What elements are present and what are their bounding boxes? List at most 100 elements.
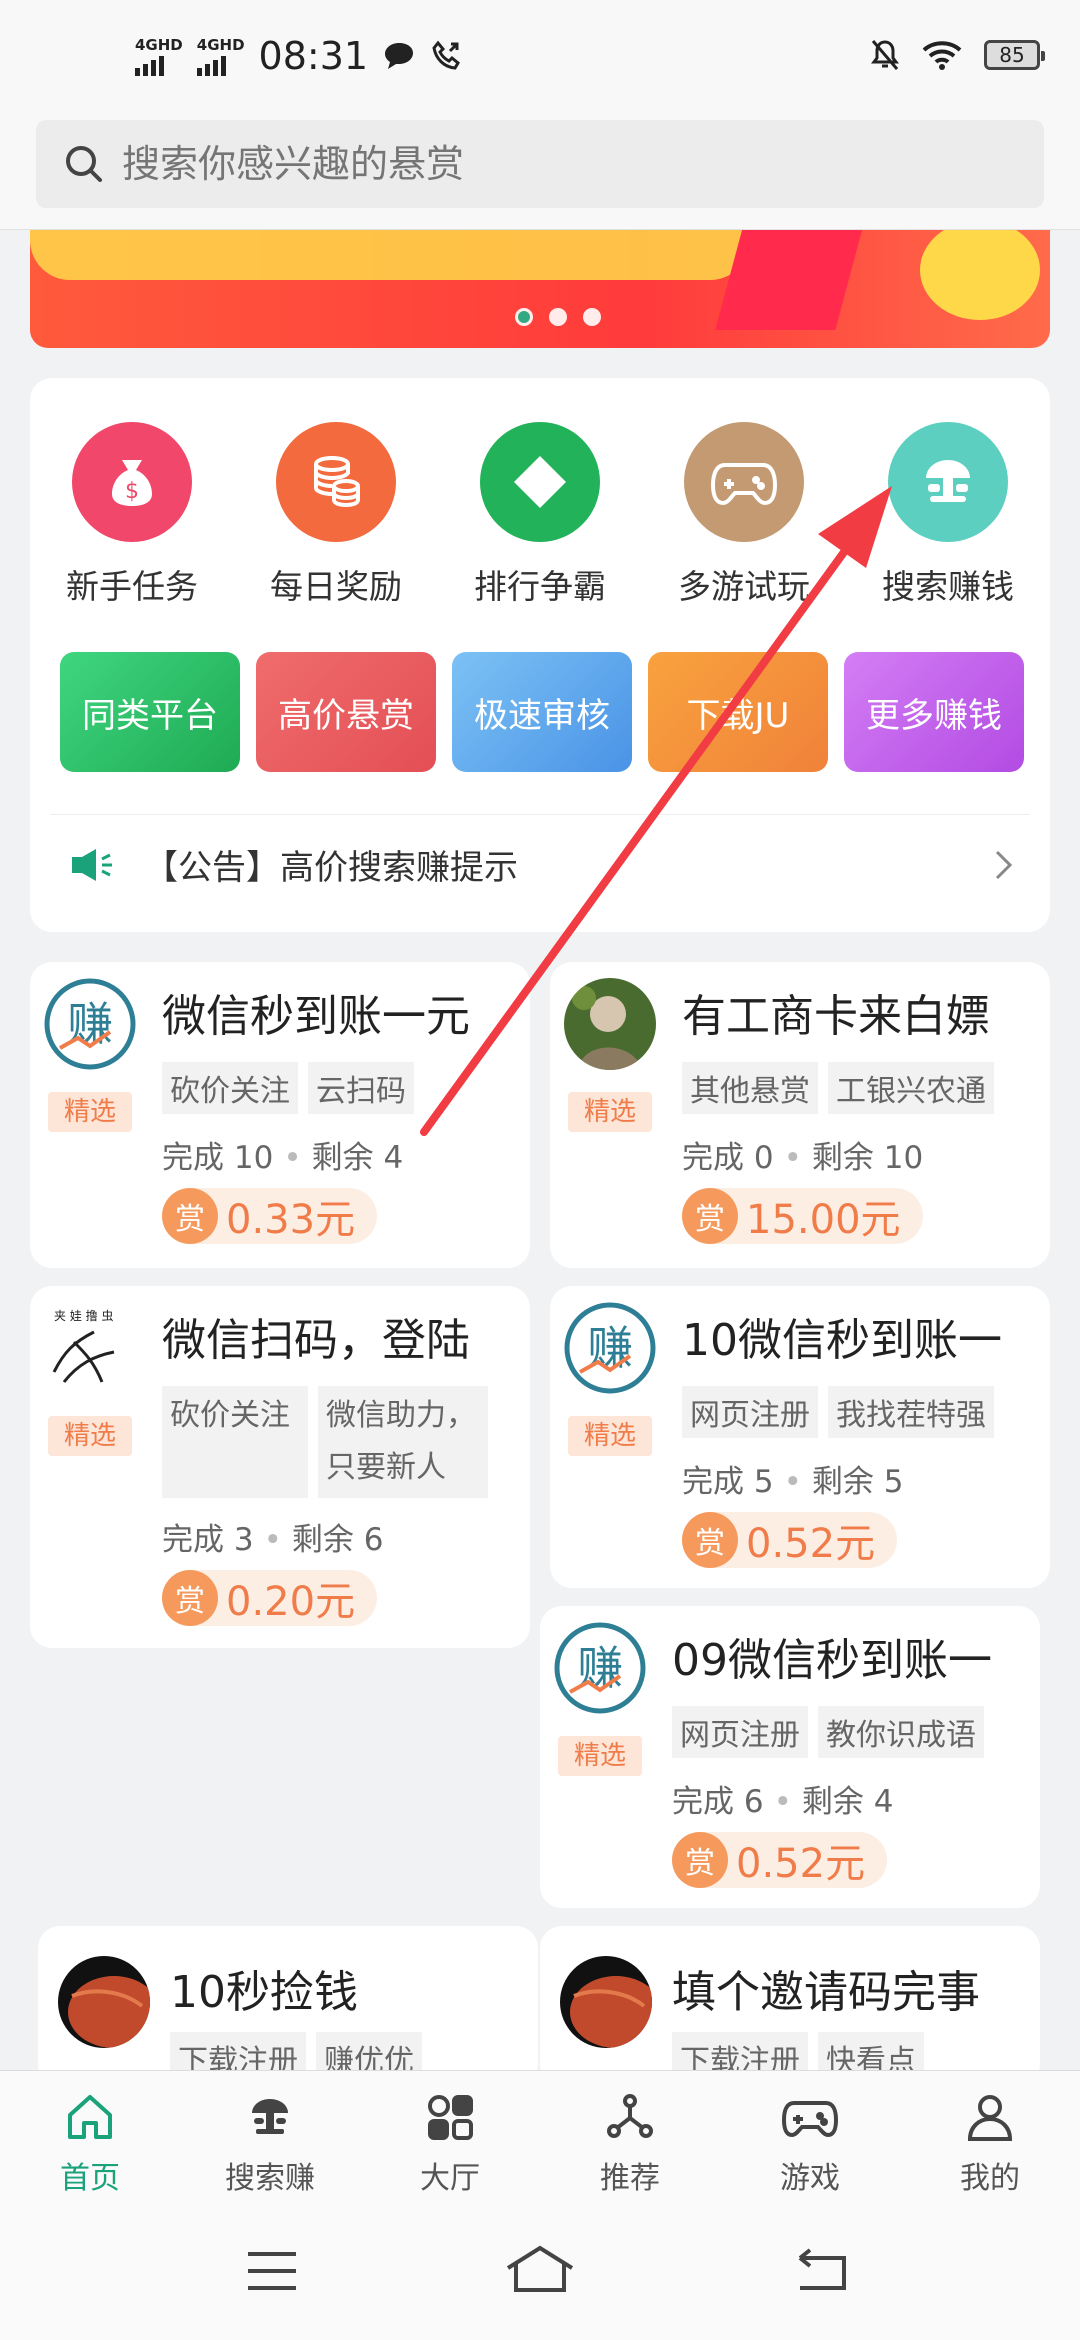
task-tag: 我找茬特强	[828, 1386, 994, 1438]
tile-high-bounty[interactable]: 高价悬赏	[256, 652, 436, 772]
task-card[interactable]: 赚 精选 微信秒到账一元 砍价关注 云扫码 完成 10 • 剩余 4 赏 0.33元	[30, 962, 530, 1268]
announcement-bar[interactable]: 【公告】高价搜索赚提示	[50, 814, 1030, 914]
money-bag-icon: $	[72, 422, 192, 542]
tile-fast-review[interactable]: 极速审核	[452, 652, 632, 772]
tile-more-earnings[interactable]: 更多赚钱	[844, 652, 1024, 772]
megaphone-icon	[72, 848, 112, 881]
svg-text:夹 娃 撸 虫: 夹 娃 撸 虫	[54, 1308, 113, 1323]
task-card[interactable]: 精选 有工商卡来白嫖 其他悬赏 工银兴农通 完成 0 • 剩余 10 赏 15.00元	[550, 962, 1050, 1268]
task-tag: 工银兴农通	[828, 1062, 994, 1114]
search-input[interactable]	[122, 142, 922, 186]
svg-text:赚: 赚	[67, 997, 113, 1051]
tile-download-ju[interactable]: 下载JU	[648, 652, 828, 772]
task-avatar-photo	[564, 978, 656, 1070]
task-tag: 网页注册	[672, 1706, 808, 1758]
menu-game-trial[interactable]: 多游试玩	[642, 422, 846, 608]
task-tag: 教你识成语	[818, 1706, 984, 1758]
home-nav-icon[interactable]	[504, 2244, 576, 2294]
featured-badge: 精选	[568, 1092, 652, 1132]
featured-badge: 精选	[568, 1416, 652, 1456]
signal-icon: 4GHD	[135, 36, 183, 76]
menu-leaderboard[interactable]: 排行争霸	[438, 422, 642, 608]
tab-profile[interactable]: 我的	[900, 2071, 1080, 2218]
menu-newbie-tasks[interactable]: $ 新手任务	[30, 422, 234, 608]
task-title: 10微信秒到账一	[682, 1315, 1002, 1366]
task-avatar-zhuan: 赚	[554, 1622, 646, 1714]
reward-pill: 赏 0.33元	[162, 1188, 378, 1244]
tab-search-earn[interactable]: 搜索赚	[180, 2071, 360, 2218]
status-bar: 4GHD 4GHD 08:31 85	[0, 0, 1080, 110]
search-icon	[66, 146, 102, 182]
carousel-dots	[515, 308, 601, 326]
clock: 08:31	[258, 34, 369, 78]
wifi-icon	[922, 41, 962, 70]
announcement-text: 【公告】高价搜索赚提示	[144, 848, 518, 888]
task-avatar-planet	[560, 1956, 652, 2048]
gamepad-icon	[684, 422, 804, 542]
task-title: 微信秒到账一元	[162, 991, 470, 1042]
gamepad-icon	[781, 2101, 839, 2138]
back-icon[interactable]	[790, 2248, 850, 2294]
coins-stack-icon	[276, 422, 396, 542]
menu-icon[interactable]	[244, 2248, 300, 2294]
chevron-right-icon	[995, 850, 1013, 880]
mushroom-icon	[252, 2099, 288, 2134]
svg-text:赚: 赚	[577, 1641, 623, 1695]
mushroom-icon	[888, 422, 1008, 542]
task-tag: 砍价关注	[162, 1386, 308, 1498]
task-card[interactable]: 夹 娃 撸 虫 精选 微信扫码，登陆 砍价关注 微信助力， 只要新人 完成 3 • 剩…	[30, 1286, 530, 1648]
task-stats: 完成 6 • 剩余 4	[672, 1784, 894, 1820]
promo-banner[interactable]	[30, 230, 1050, 348]
reward-icon: 赏	[162, 1570, 218, 1626]
task-card[interactable]: 赚 精选 09微信秒到账一 网页注册 教你识成语 完成 6 • 剩余 4 赏 0.52…	[540, 1606, 1040, 1908]
reward-pill: 赏 0.52元	[682, 1512, 898, 1568]
diamond-icon	[480, 422, 600, 542]
home-icon	[68, 2095, 112, 2139]
reward-icon: 赏	[682, 1188, 738, 1244]
task-avatar-sketch: 夹 娃 撸 虫	[44, 1302, 136, 1394]
task-card[interactable]: 填个邀请码完事 下载注册 快看点	[540, 1926, 1040, 2086]
tile-similar-platforms[interactable]: 同类平台	[60, 652, 240, 772]
bell-off-icon	[871, 40, 899, 70]
system-nav-bar	[0, 2218, 1080, 2340]
task-stats: 完成 10 • 剩余 4	[162, 1140, 404, 1176]
share-nodes-icon	[607, 2094, 653, 2138]
task-title: 有工商卡来白嫖	[682, 991, 990, 1042]
menu-search-earn[interactable]: 搜索赚钱	[846, 422, 1050, 608]
task-stats: 完成 3 • 剩余 6	[162, 1522, 384, 1558]
task-card[interactable]: 赚 精选 10微信秒到账一 网页注册 我找茬特强 完成 5 • 剩余 5 赏 0.52…	[550, 1286, 1050, 1588]
phone-call-icon	[432, 40, 460, 70]
menu-card: $ 新手任务 每日奖励 排行争霸 多游试玩 搜索赚钱 同类平台 高价悬赏 极速审…	[30, 378, 1050, 932]
task-stats: 完成 0 • 剩余 10	[682, 1140, 924, 1176]
apps-grid-icon	[428, 2095, 473, 2140]
signal-icon-2: 4GHD	[196, 36, 245, 76]
task-tag: 云扫码	[308, 1062, 414, 1114]
search-box[interactable]	[36, 120, 1044, 208]
svg-text:$: $	[125, 479, 139, 504]
task-avatar-planet	[58, 1956, 150, 2048]
menu-daily-reward[interactable]: 每日奖励	[234, 422, 438, 608]
task-avatar-zhuan: 赚	[44, 978, 136, 1070]
task-stats: 完成 5 • 剩余 5	[682, 1464, 904, 1500]
task-avatar-zhuan: 赚	[564, 1302, 656, 1394]
task-title: 填个邀请码完事	[672, 1967, 980, 2018]
featured-badge: 精选	[48, 1416, 132, 1456]
reward-icon: 赏	[162, 1188, 218, 1244]
tab-home[interactable]: 首页	[0, 2071, 180, 2218]
task-title: 微信扫码，登陆	[162, 1315, 470, 1366]
task-tag: 其他悬赏	[682, 1062, 818, 1114]
task-title: 10秒捡钱	[170, 1967, 358, 2018]
task-tag: 微信助力， 只要新人	[318, 1386, 488, 1498]
tab-games[interactable]: 游戏	[720, 2071, 900, 2218]
svg-text:赚: 赚	[587, 1321, 633, 1375]
task-title: 09微信秒到账一	[672, 1635, 992, 1686]
tab-recommend[interactable]: 推荐	[540, 2071, 720, 2218]
reward-icon: 赏	[682, 1512, 738, 1568]
battery-indicator: 85	[984, 40, 1045, 70]
tab-hall[interactable]: 大厅	[360, 2071, 540, 2218]
task-card[interactable]: 10秒捡钱 下载注册 赚优优	[38, 1926, 538, 2086]
task-tag: 网页注册	[682, 1386, 818, 1438]
bottom-tab-bar: 首页 搜索赚 大厅 推荐 游戏 我的	[0, 2070, 1080, 2218]
search-bar-container	[0, 110, 1080, 230]
user-icon	[967, 2095, 1013, 2141]
